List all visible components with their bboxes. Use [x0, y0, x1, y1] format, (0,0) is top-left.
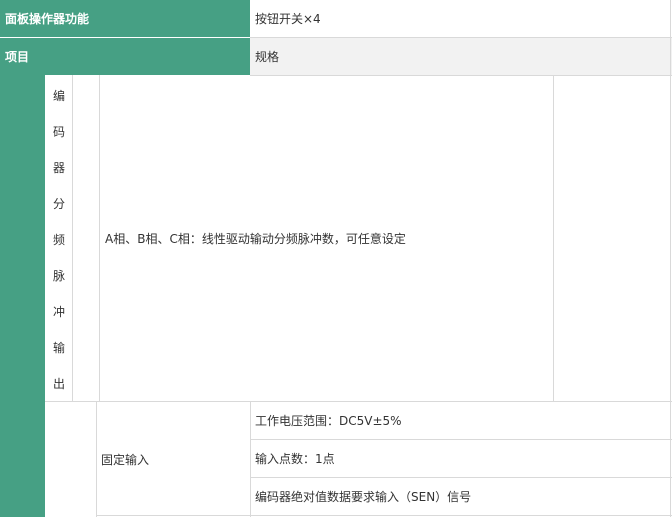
fixed-input-spec-text: 工作电压范围：DC5V±5% — [255, 414, 402, 428]
item-row-label-text: 项目 — [5, 50, 30, 64]
row-divider — [45, 401, 672, 402]
item-row-value-text: 规格 — [255, 50, 280, 64]
column-divider — [72, 75, 73, 401]
fixed-input-label-text: 固定输入 — [101, 452, 150, 467]
row-divider — [250, 75, 672, 76]
encoder-description: A相、B相、C相：线性驱动输动分频脉冲数，可任意设定 — [100, 230, 550, 248]
left-green-column — [0, 75, 45, 517]
header-row-value-text: 按钮开关×4 — [255, 12, 321, 26]
vertical-char: 出 — [52, 377, 65, 391]
row-divider — [250, 37, 672, 38]
row-divider — [250, 477, 672, 478]
column-divider — [96, 402, 97, 517]
row-divider — [96, 515, 672, 516]
item-row-label: 项目 — [0, 38, 250, 75]
column-divider — [670, 0, 671, 517]
vertical-char: 分 — [52, 197, 65, 211]
column-divider — [553, 75, 554, 401]
header-row-label-text: 面板操作器功能 — [5, 12, 90, 26]
vertical-char: 频 — [52, 233, 65, 247]
fixed-input-label: 固定输入 — [96, 440, 250, 478]
vertical-char: 编 — [52, 89, 65, 103]
encoder-description-text: A相、B相、C相：线性驱动输动分频脉冲数，可任意设定 — [105, 232, 406, 246]
fixed-input-spec: 编码器绝对值数据要求输入（SEN）信号 — [250, 477, 672, 515]
vertical-char: 器 — [52, 161, 65, 175]
column-divider — [99, 75, 100, 401]
item-row-value: 规格 — [250, 38, 672, 75]
fixed-input-spec-text: 输入点数：1点 — [255, 452, 335, 466]
vertical-char: 冲 — [52, 305, 65, 319]
vertical-char: 码 — [52, 125, 65, 139]
fixed-input-spec-text: 编码器绝对值数据要求输入（SEN）信号 — [255, 489, 472, 504]
vertical-char: 输 — [52, 341, 65, 355]
column-divider — [250, 402, 251, 517]
fixed-input-spec: 工作电压范围：DC5V±5% — [250, 402, 672, 439]
row-divider — [250, 439, 672, 440]
fixed-input-spec: 输入点数：1点 — [250, 440, 672, 477]
vertical-char: 脉 — [52, 269, 65, 283]
header-row-label: 面板操作器功能 — [0, 0, 250, 37]
header-row-value: 按钮开关×4 — [250, 0, 672, 37]
